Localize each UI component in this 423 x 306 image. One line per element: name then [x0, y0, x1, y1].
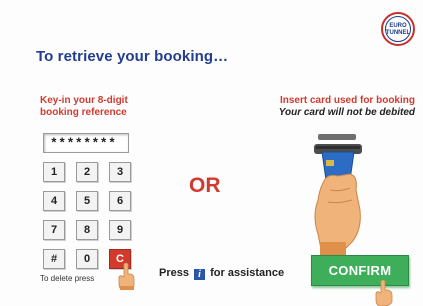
key-8[interactable]: 8	[76, 220, 98, 240]
logo-text-line2: TUNNEL	[385, 30, 411, 36]
key-hash[interactable]: #	[43, 249, 65, 269]
logo-ring	[385, 16, 411, 42]
assistance-suffix: for assistance	[210, 267, 285, 279]
kiosk-screen: EURO TUNNEL To retrieve your booking… Ke…	[0, 0, 423, 306]
pointing-hand-icon	[375, 280, 393, 306]
assistance-note: Press i for assistance	[159, 267, 284, 280]
key-7[interactable]: 7	[43, 220, 65, 240]
booking-reference-field[interactable]: ********	[43, 133, 129, 153]
key-1[interactable]: 1	[43, 162, 65, 182]
card-slot-icon	[314, 134, 362, 258]
info-icon[interactable]: i	[194, 269, 206, 280]
pointing-hand-icon	[118, 262, 135, 290]
key-5[interactable]: 5	[76, 191, 98, 211]
keypad-instructions: Key-in your 8-digit booking reference	[40, 95, 128, 119]
confirm-button[interactable]: CONFIRM	[311, 255, 409, 286]
key-6[interactable]: 6	[109, 191, 131, 211]
key-0[interactable]: 0	[76, 249, 98, 269]
key-3[interactable]: 3	[109, 162, 131, 182]
card-instructions-line1: Insert card used for booking	[279, 95, 415, 106]
keypad-instructions-line1: Key-in your 8-digit	[40, 95, 128, 106]
key-9[interactable]: 9	[109, 220, 131, 240]
assistance-prefix: Press	[159, 267, 189, 279]
or-divider: OR	[189, 174, 221, 197]
eurotunnel-logo-icon: EURO TUNNEL	[381, 12, 415, 46]
key-4[interactable]: 4	[43, 191, 65, 211]
page-title: To retrieve your booking…	[36, 48, 229, 65]
numeric-keypad: 1 2 3 4 5 6 7 8 9 # 0 C	[43, 162, 133, 274]
logo-text-line1: EURO	[389, 23, 407, 29]
card-instructions: Insert card used for booking Your card w…	[279, 95, 415, 119]
delete-note: To delete press	[40, 274, 95, 283]
key-2[interactable]: 2	[76, 162, 98, 182]
keypad-instructions-line2: booking reference	[40, 107, 127, 118]
card-instructions-line2: Your card will not be debited	[278, 107, 415, 118]
